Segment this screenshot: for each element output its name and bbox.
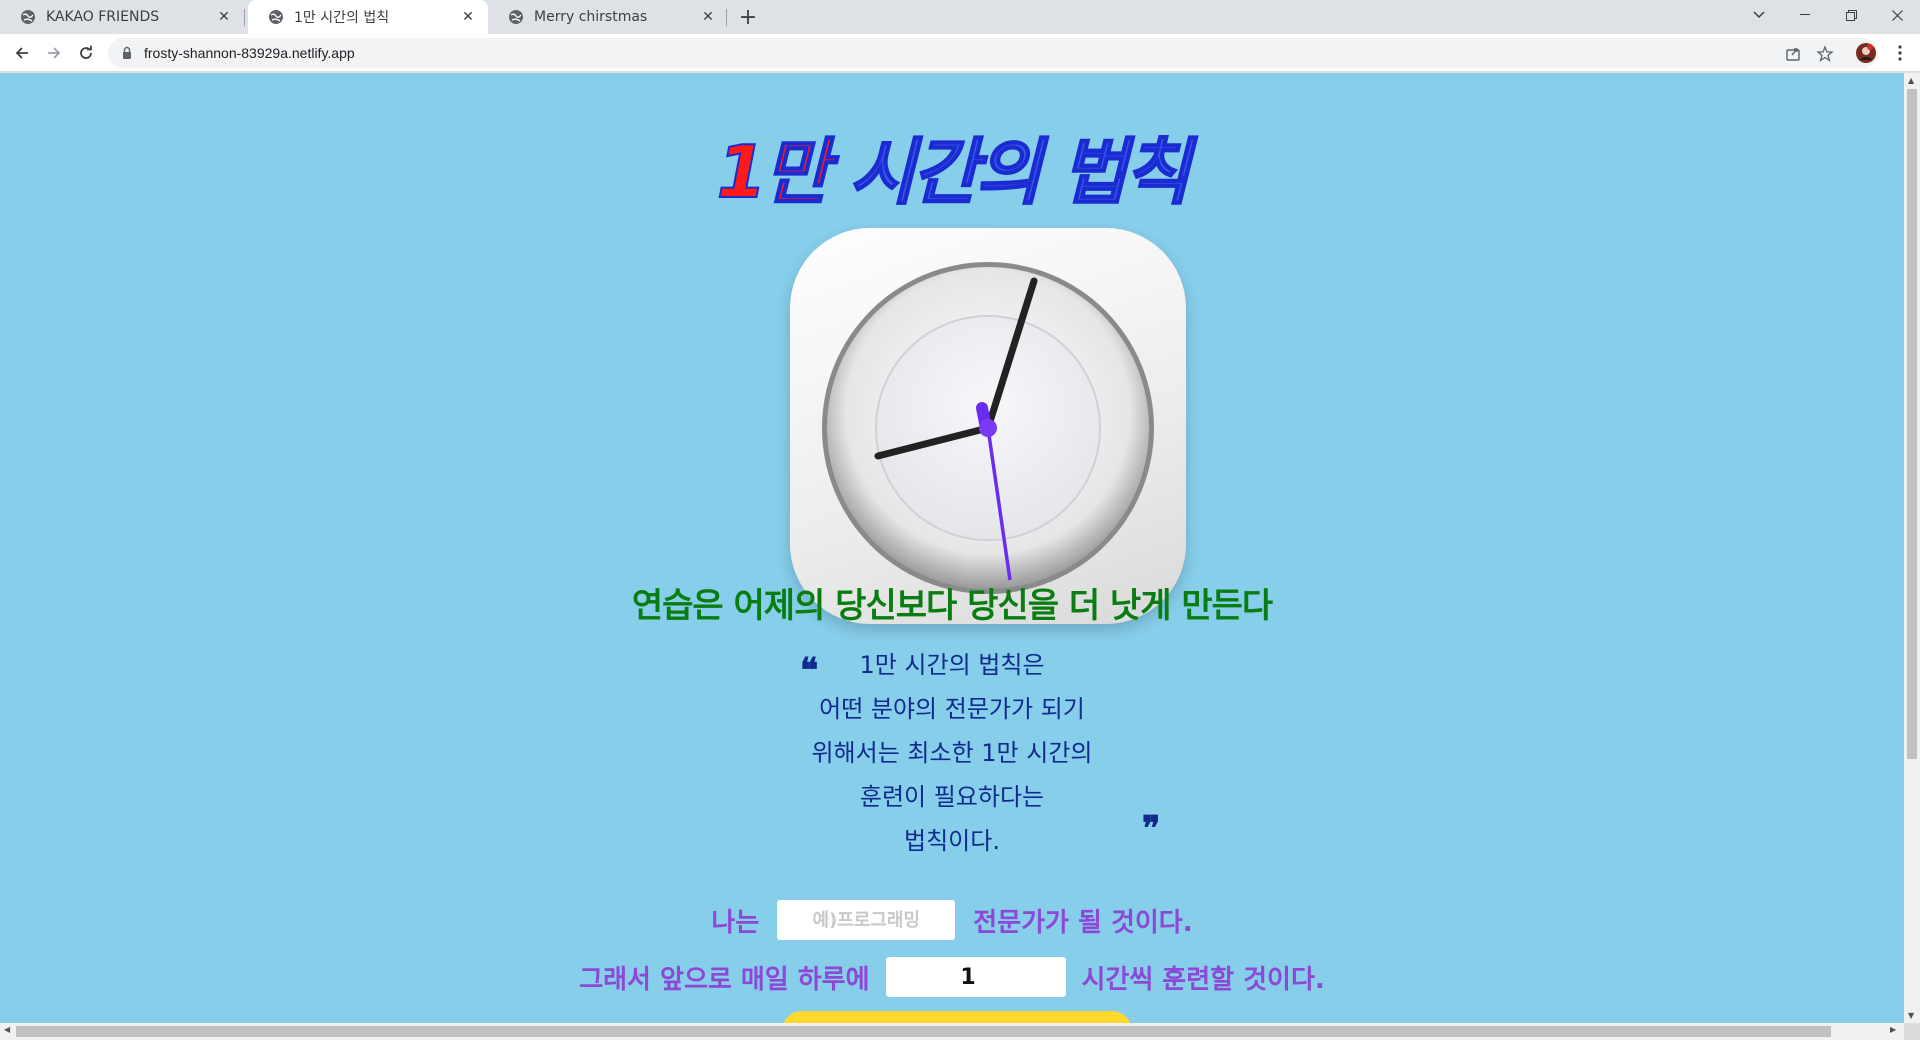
page-title-text: 시간의 법칙 bbox=[827, 129, 1191, 215]
field-prefix: 나는 bbox=[711, 907, 760, 938]
avatar-icon bbox=[1856, 43, 1876, 63]
minimize-button[interactable] bbox=[1788, 0, 1822, 30]
profile-button[interactable] bbox=[1852, 39, 1880, 67]
quote-line: 1만 시간의 법칙은 bbox=[859, 651, 1045, 679]
reload-icon bbox=[80, 45, 92, 59]
quote-line: 위해서는 최소한 1만 시간의 bbox=[811, 739, 1093, 767]
page-title: 1만 시간의 법칙 bbox=[0, 113, 1904, 218]
close-quote-icon: ❞ bbox=[1142, 809, 1161, 849]
scroll-down-icon[interactable]: ▼ bbox=[1908, 1011, 1914, 1020]
training-hours-line: 그래서 앞으로 매일 하루에 시간씩 훈련할 것이다. bbox=[0, 957, 1904, 997]
hours-input[interactable] bbox=[885, 957, 1066, 997]
quote-text: 1만 시간의 법칙은 어떤 분야의 전문가가 되기 위해서는 최소한 1만 시간… bbox=[0, 643, 1904, 863]
address-url[interactable]: frosty-shannon-83929a.netlify.app bbox=[144, 45, 355, 61]
tab-merry-christmas[interactable]: Merry chirstmas ✕ bbox=[488, 0, 728, 34]
chevron-down-icon bbox=[1753, 11, 1765, 19]
tab-title: Merry chirstmas bbox=[534, 9, 648, 25]
close-icon bbox=[1891, 9, 1903, 21]
subtitle: 연습은 어제의 당신보다 당신을 더 낫게 만든다 bbox=[631, 586, 1273, 626]
restore-icon bbox=[1845, 9, 1857, 21]
forward-button[interactable] bbox=[40, 39, 68, 67]
clock-icon bbox=[822, 262, 1154, 594]
quote-line: 어떤 분야의 전문가가 되기 bbox=[819, 695, 1085, 723]
menu-button[interactable] bbox=[1886, 39, 1914, 67]
vertical-scrollbar[interactable]: ▲ ▼ bbox=[1904, 73, 1920, 1023]
quote-line: 훈련이 필요하다는 bbox=[859, 783, 1045, 811]
new-tab-button[interactable]: + bbox=[735, 4, 761, 30]
browser-toolbar: frosty-shannon-83929a.netlify.app bbox=[0, 34, 1920, 72]
address-bar[interactable]: frosty-shannon-83929a.netlify.app bbox=[108, 38, 1878, 68]
hours-prefix: 그래서 앞으로 매일 하루에 bbox=[579, 964, 870, 995]
close-tab-icon[interactable]: ✕ bbox=[216, 9, 232, 25]
scroll-left-icon[interactable]: ◀ bbox=[4, 1025, 10, 1034]
horizontal-scrollbar[interactable]: ◀ ▶ bbox=[0, 1023, 1904, 1040]
start-button[interactable] bbox=[782, 1011, 1132, 1023]
scrollbar-corner bbox=[1904, 1023, 1920, 1040]
tab-title: 1만 시간의 법칙 bbox=[294, 10, 390, 26]
close-tab-icon[interactable]: ✕ bbox=[700, 9, 716, 25]
quote-line: 법칙이다. bbox=[904, 827, 1000, 855]
tab-separator bbox=[726, 9, 727, 26]
tab-search-button[interactable] bbox=[1742, 0, 1776, 30]
page-viewport: 1만 시간의 법칙 연습은 어제의 당신보다 당신을 더 낫게 만든다 ❝ 1만… bbox=[0, 73, 1904, 1023]
close-tab-icon[interactable]: ✕ bbox=[460, 9, 476, 25]
clock-image bbox=[790, 228, 1186, 624]
kebab-menu-icon bbox=[1898, 45, 1902, 61]
globe-icon bbox=[509, 10, 523, 24]
share-icon[interactable] bbox=[1784, 45, 1802, 63]
forward-arrow-icon bbox=[48, 47, 61, 59]
back-button[interactable] bbox=[8, 39, 36, 67]
scroll-right-icon[interactable]: ▶ bbox=[1890, 1025, 1896, 1034]
tab-10000-hours[interactable]: 1만 시간의 법칙 ✕ bbox=[248, 0, 488, 34]
scroll-up-icon[interactable]: ▲ bbox=[1908, 76, 1914, 85]
horizontal-scroll-thumb[interactable] bbox=[16, 1026, 1831, 1037]
close-window-button[interactable] bbox=[1880, 0, 1914, 30]
vertical-scroll-thumb[interactable] bbox=[1907, 89, 1917, 759]
field-input[interactable] bbox=[777, 900, 956, 940]
globe-icon bbox=[21, 10, 35, 24]
minimize-icon bbox=[1800, 14, 1810, 15]
tab-kakao-friends[interactable]: KAKAO FRIENDS ✕ bbox=[0, 0, 244, 34]
restore-button[interactable] bbox=[1834, 0, 1868, 30]
lock-icon[interactable] bbox=[120, 46, 134, 60]
back-arrow-icon bbox=[15, 47, 28, 59]
tab-strip: KAKAO FRIENDS ✕ 1만 시간의 법칙 ✕ Merry chirst… bbox=[0, 0, 1920, 34]
reload-button[interactable] bbox=[72, 39, 100, 67]
expert-field-line: 나는 전문가가 될 것이다. bbox=[0, 900, 1904, 940]
globe-icon bbox=[269, 10, 283, 24]
field-suffix: 전문가가 될 것이다. bbox=[973, 907, 1193, 938]
bookmark-star-icon[interactable] bbox=[1816, 45, 1834, 63]
hours-suffix: 시간씩 훈련할 것이다. bbox=[1081, 964, 1325, 995]
tab-title: KAKAO FRIENDS bbox=[46, 9, 160, 25]
page-title-number: 1만 bbox=[716, 129, 831, 215]
tab-separator bbox=[244, 9, 245, 26]
